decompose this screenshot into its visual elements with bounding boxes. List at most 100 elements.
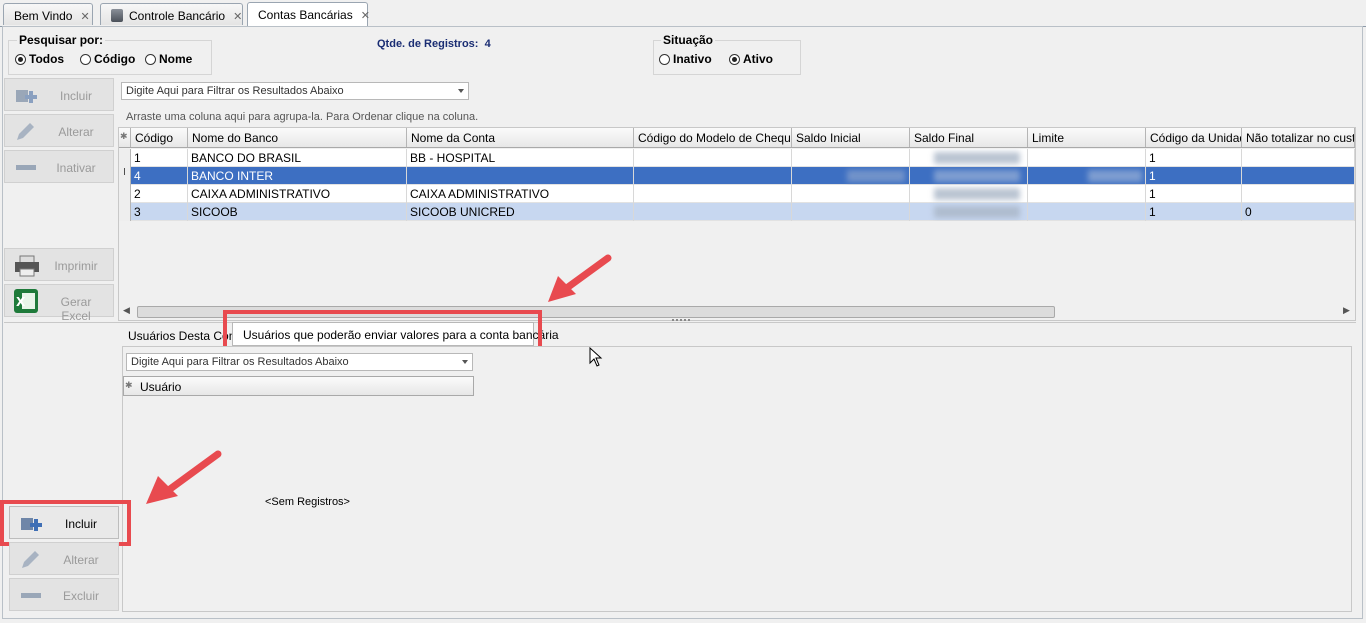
- radio-label: Código: [94, 52, 136, 66]
- redacted-value: [934, 152, 1020, 164]
- row-indicator: [119, 203, 131, 221]
- row-indicator: [119, 149, 131, 167]
- col-saldo-inicial[interactable]: Saldo Inicial: [792, 128, 910, 147]
- table-row[interactable]: 2 CAIXA ADMINISTRATIVO CAIXA ADMINISTRAT…: [119, 185, 1355, 203]
- button-label: Alterar: [58, 125, 94, 139]
- chevron-down-icon[interactable]: [462, 360, 468, 364]
- document-tab-bar: Bem Vindo ✕ Controle Bancário ✕ Contas Ban…: [0, 0, 1366, 27]
- radio-nome[interactable]: Nome: [145, 52, 192, 66]
- cell-saldo-final: [910, 167, 1028, 185]
- cell-limite: [1028, 149, 1146, 167]
- pencil-icon: [17, 123, 34, 140]
- table-row[interactable]: 1 BANCO DO BRASIL BB - HOSPITAL 1: [119, 149, 1355, 167]
- subgrid-filter-input[interactable]: Digite Aqui para Filtrar os Resultados A…: [126, 353, 473, 371]
- close-icon[interactable]: ✕: [80, 11, 89, 23]
- tab-bem-vindo[interactable]: Bem Vindo ✕: [3, 3, 93, 25]
- cell-modelo-cheque: [634, 203, 792, 221]
- col-codigo[interactable]: Código: [131, 128, 188, 147]
- scroll-right-icon[interactable]: ▶: [1343, 305, 1350, 316]
- cell-codigo: 2: [131, 185, 188, 203]
- excluir-usuario-button[interactable]: Excluir: [9, 578, 119, 611]
- tab-contas-bancarias[interactable]: Contas Bancárias ✕: [247, 2, 370, 26]
- record-count-value: 4: [484, 38, 491, 50]
- radio-label: Ativo: [743, 52, 773, 66]
- cell-banco: CAIXA ADMINISTRATIVO: [188, 185, 407, 203]
- imprimir-button[interactable]: Imprimir: [4, 248, 114, 281]
- cell-unidade: 1: [1146, 149, 1242, 167]
- radio-inativo[interactable]: Inativo: [659, 52, 712, 66]
- cell-nao-totalizar: [1242, 149, 1355, 167]
- cell-saldo-final: [910, 149, 1028, 167]
- scroll-left-icon[interactable]: ◀: [123, 305, 130, 316]
- cell-modelo-cheque: [634, 167, 792, 185]
- chevron-down-icon[interactable]: [458, 89, 464, 93]
- highlight-box-incluir: [0, 500, 131, 546]
- search-group-title: Pesquisar por:: [17, 33, 106, 47]
- tab-label: Contas Bancárias: [258, 8, 353, 22]
- col-limite[interactable]: Limite: [1028, 128, 1146, 147]
- svg-text:X: X: [16, 295, 26, 309]
- alterar-usuario-button[interactable]: Alterar: [9, 542, 119, 575]
- alterar-button[interactable]: Alterar: [4, 114, 114, 147]
- cell-limite: [1028, 167, 1146, 185]
- button-label: Incluir: [59, 89, 92, 103]
- annotation-arrow-icon: [548, 254, 612, 302]
- button-label: Alterar: [63, 553, 99, 567]
- cell-unidade: 1: [1146, 203, 1242, 221]
- radio-codigo[interactable]: Código: [80, 52, 135, 66]
- grid-filter-input[interactable]: Digite Aqui para Filtrar os Resultados A…: [121, 82, 469, 100]
- button-label: Gerar Excel: [60, 295, 92, 323]
- col-nome-conta[interactable]: Nome da Conta: [407, 128, 634, 147]
- cell-unidade: 1: [1146, 167, 1242, 185]
- incluir-button[interactable]: Incluir: [4, 78, 114, 111]
- row-cursor-icon: I: [119, 167, 131, 185]
- button-label: Imprimir: [54, 259, 98, 273]
- record-count: Qtde. de Registros: 4: [377, 38, 491, 50]
- col-saldo-final[interactable]: Saldo Final: [910, 128, 1028, 147]
- col-nao-totalizar[interactable]: Não totalizar no custo A: [1242, 128, 1355, 147]
- cell-conta: [407, 167, 634, 185]
- table-row[interactable]: 3 SICOOB SICOOB UNICRED 1 0: [119, 203, 1355, 221]
- table-row[interactable]: I 4 BANCO INTER 1: [119, 167, 1355, 185]
- cell-saldo-inicial: [792, 185, 910, 203]
- redacted-value: [934, 188, 1020, 200]
- group-hint: Arraste uma coluna aqui para agrupa-la. …: [126, 111, 479, 123]
- filter-placeholder: Digite Aqui para Filtrar os Resultados A…: [126, 85, 344, 97]
- close-icon[interactable]: ✕: [361, 10, 370, 22]
- radio-todos[interactable]: Todos: [15, 52, 64, 66]
- bank-control-icon: [111, 9, 123, 22]
- cell-nao-totalizar: 0: [1242, 203, 1355, 221]
- col-codigo-unidade[interactable]: Código da Unidade: [1146, 128, 1242, 147]
- col-modelo-cheque[interactable]: Código do Modelo de Cheque: [634, 128, 792, 147]
- redacted-value: [934, 206, 1020, 218]
- close-icon[interactable]: ✕: [233, 11, 242, 23]
- cell-saldo-inicial: [792, 203, 910, 221]
- splitter-line: [4, 322, 1356, 323]
- inativar-button[interactable]: Inativar: [4, 150, 114, 183]
- gerar-excel-button[interactable]: X Gerar Excel: [4, 284, 114, 323]
- radio-dot: [729, 54, 740, 65]
- cell-modelo-cheque: [634, 149, 792, 167]
- cell-saldo-final: [910, 203, 1028, 221]
- asterisk-icon[interactable]: ✱: [119, 128, 131, 147]
- cell-saldo-final: [910, 185, 1028, 203]
- mouse-cursor-icon: [589, 347, 603, 367]
- col-nome-banco[interactable]: Nome do Banco: [188, 128, 407, 147]
- radio-ativo[interactable]: Ativo: [729, 52, 773, 66]
- radio-dot: [145, 54, 156, 65]
- cell-conta: SICOOB UNICRED: [407, 203, 634, 221]
- redacted-value: [934, 170, 1020, 182]
- cell-saldo-inicial: [792, 149, 910, 167]
- excel-icon: X: [14, 289, 38, 313]
- tab-label: Bem Vindo: [14, 9, 73, 23]
- pencil-icon: [22, 551, 39, 568]
- tab-label: Controle Bancário: [129, 9, 226, 23]
- cell-limite: [1028, 203, 1146, 221]
- asterisk-icon[interactable]: ✱: [125, 380, 133, 391]
- radio-dot: [659, 54, 670, 65]
- tab-controle-bancario[interactable]: Controle Bancário ✕: [100, 3, 243, 25]
- cell-conta: CAIXA ADMINISTRATIVO: [407, 185, 634, 203]
- row-indicator: [119, 185, 131, 203]
- add-icon: [16, 90, 37, 103]
- col-usuario[interactable]: Usuário: [140, 380, 181, 394]
